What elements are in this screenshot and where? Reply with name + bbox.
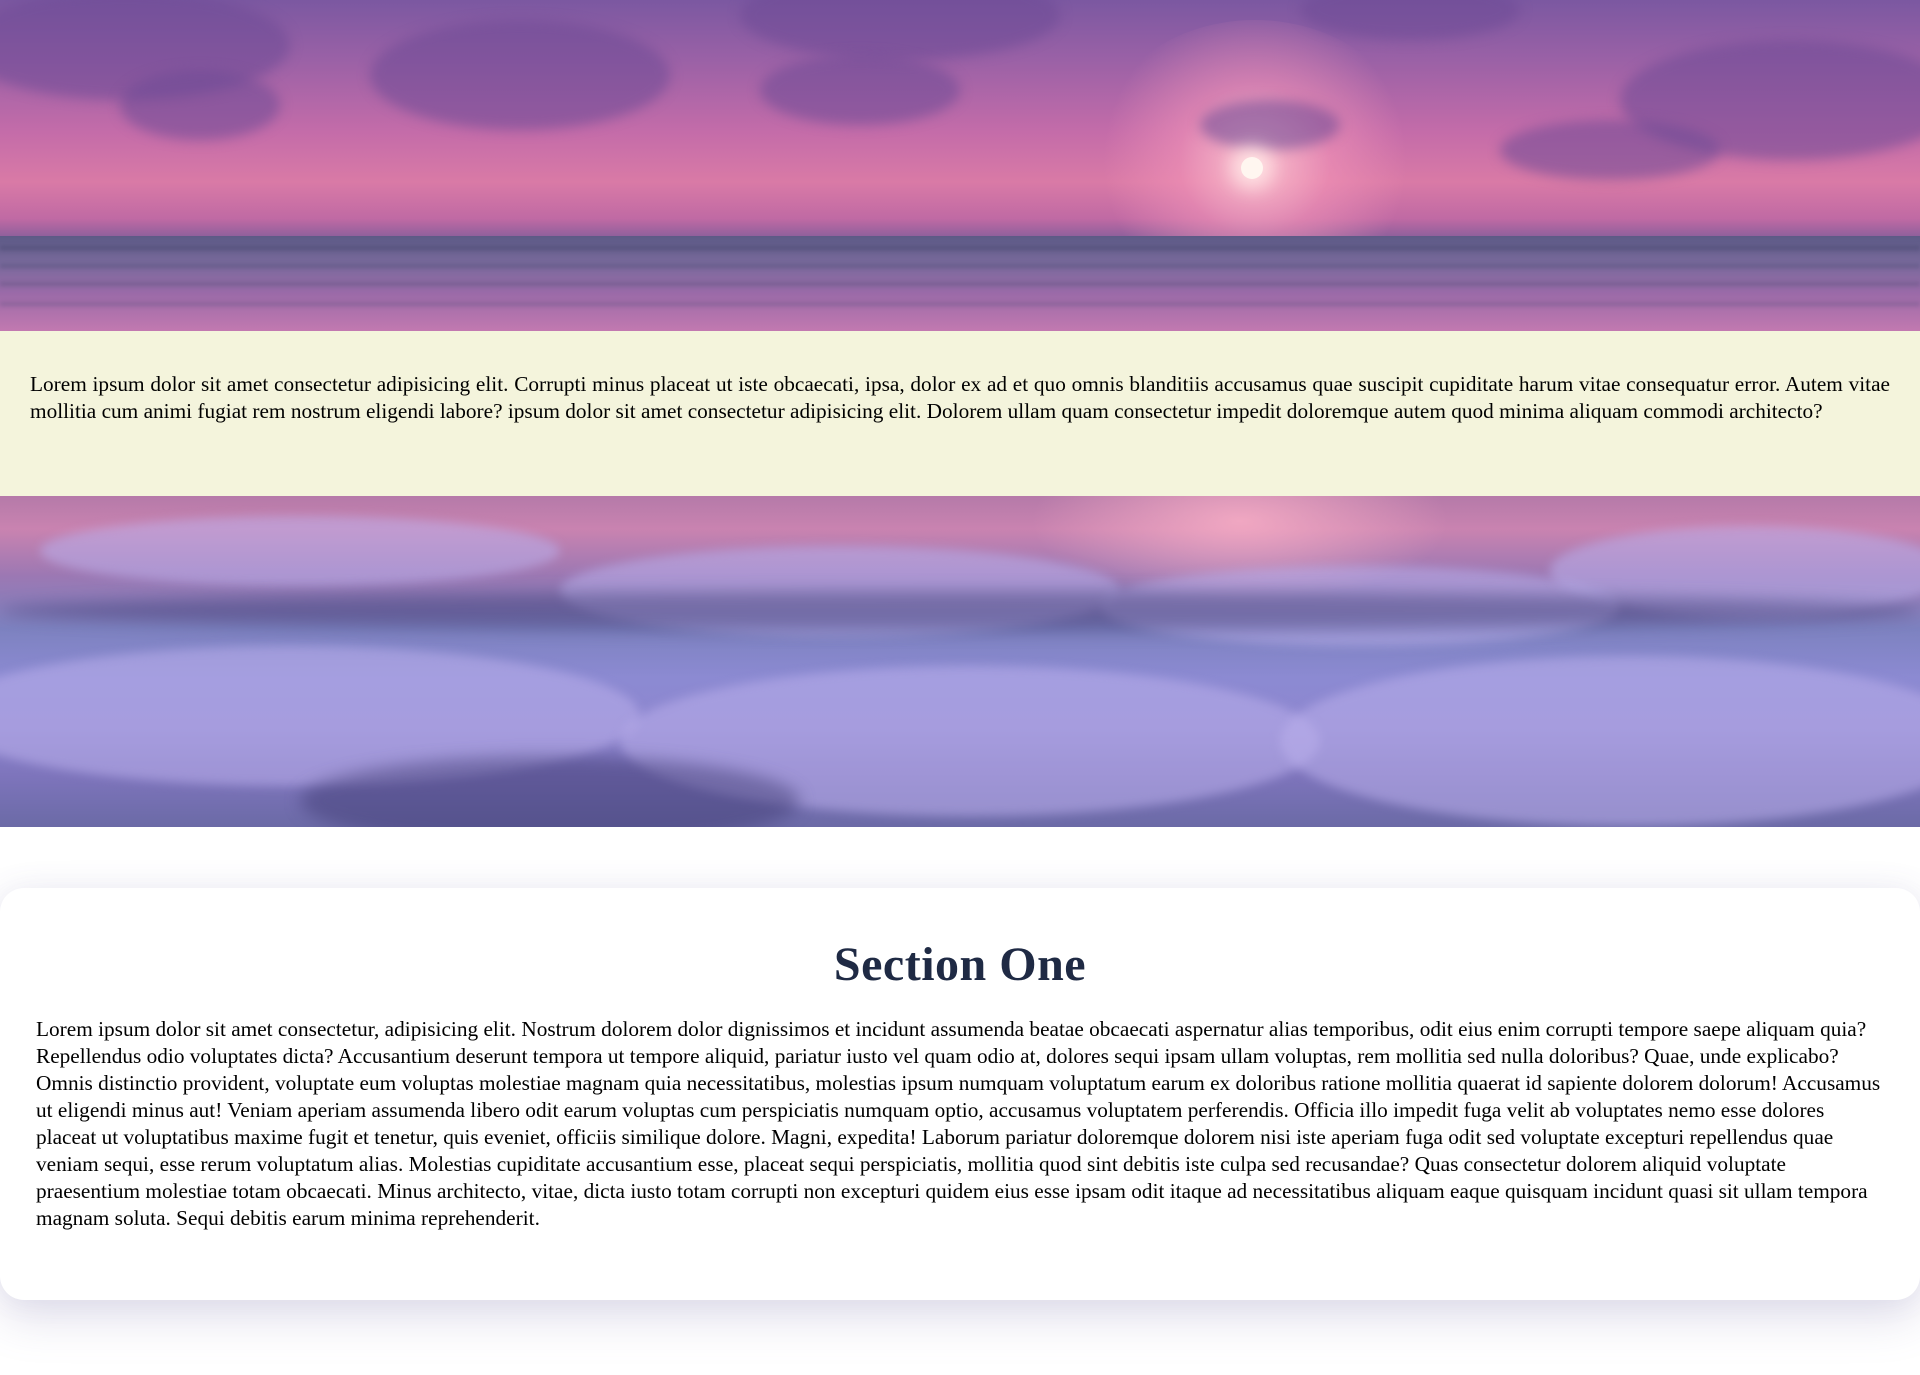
wave-foam [1280, 656, 1920, 826]
cloud [370, 20, 670, 130]
hero-sunset-image [0, 0, 1920, 331]
waves-image [0, 496, 1920, 827]
section-title: Section One [833, 938, 1087, 991]
cloud [1300, 0, 1520, 40]
section-one-card: Section One Lorem ipsum dolor sit amet c… [0, 888, 1920, 1300]
sea [0, 236, 1920, 331]
wave-trough [0, 591, 1920, 631]
intro-strip: Lorem ipsum dolor sit amet consectetur a… [0, 331, 1920, 496]
cloud [1500, 120, 1720, 180]
section-body: Lorem ipsum dolor sit amet consectetur, … [36, 1017, 1881, 1230]
cloud [740, 0, 1060, 60]
intro-paragraph: Lorem ipsum dolor sit amet consectetur a… [30, 372, 1890, 423]
sun [1241, 157, 1263, 179]
cloud [120, 70, 280, 140]
cloud [1200, 100, 1340, 150]
cloud [760, 55, 960, 125]
wave-foam [40, 516, 560, 586]
